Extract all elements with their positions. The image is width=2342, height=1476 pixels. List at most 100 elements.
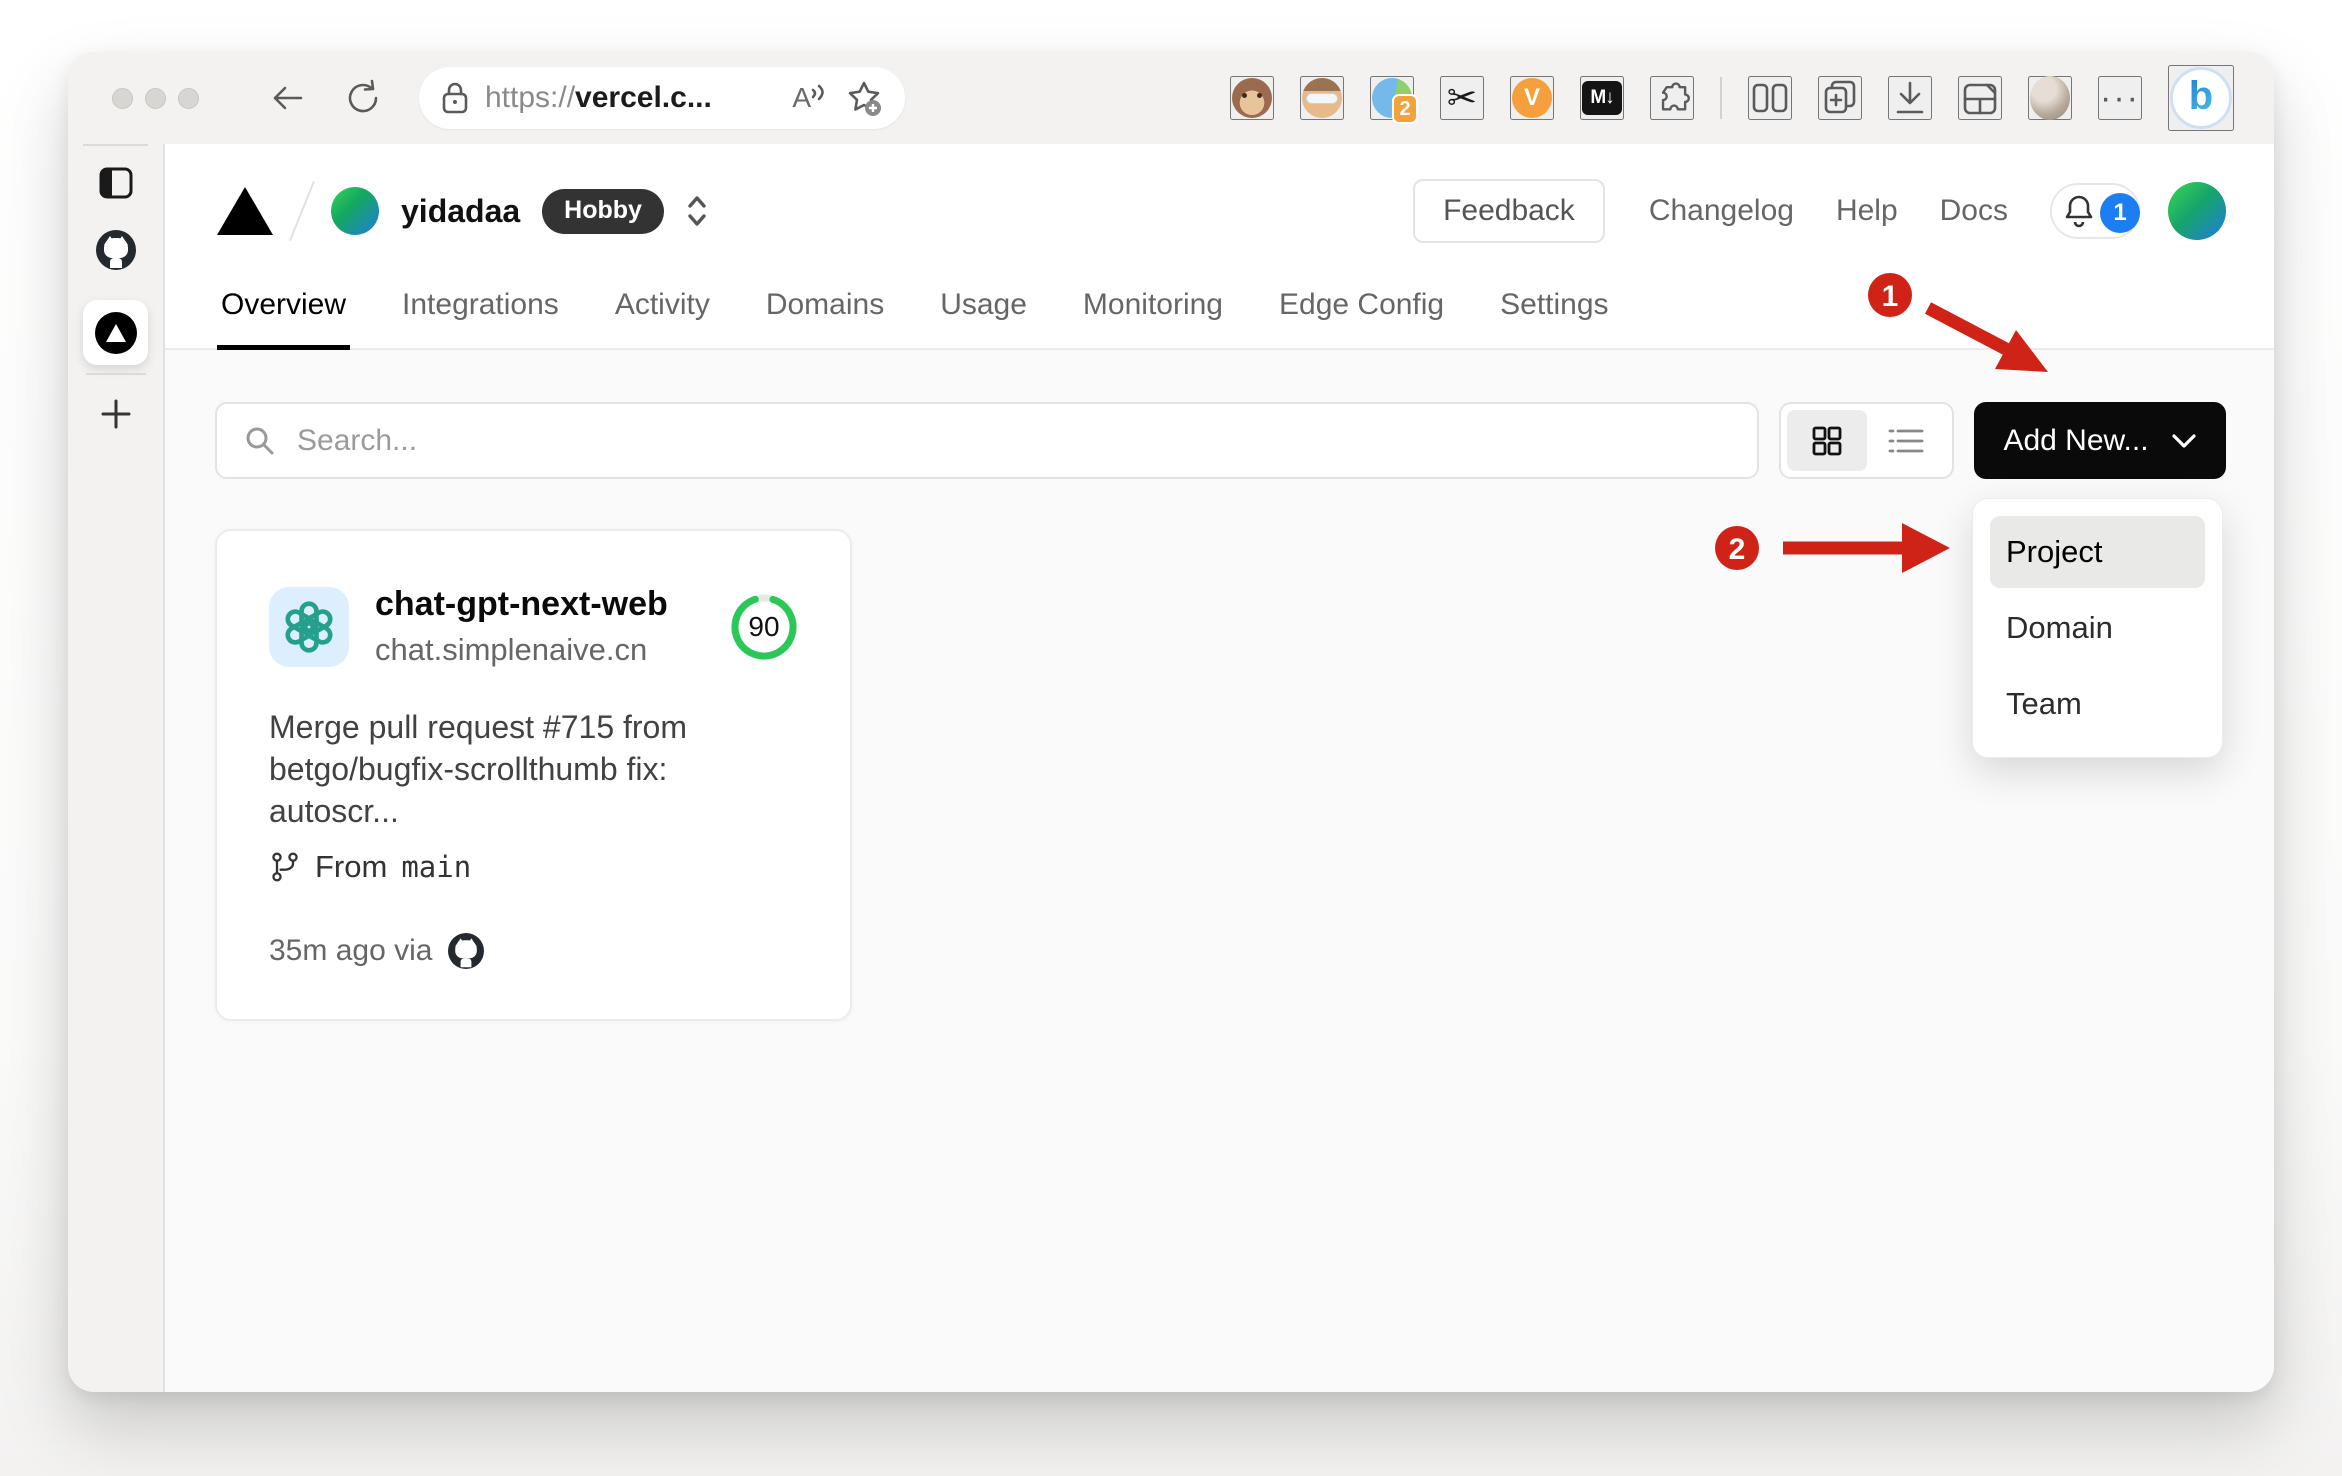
tab-edge-config[interactable]: Edge Config: [1275, 278, 1448, 348]
deployed-time: 35m ago via: [269, 933, 433, 967]
tab-vercel-active[interactable]: [83, 300, 148, 365]
help-link[interactable]: Help: [1836, 194, 1898, 228]
branch-row: From main: [269, 849, 798, 885]
team-switcher-button[interactable]: [682, 190, 712, 232]
vertical-tabs-sidebar: [68, 144, 163, 1392]
project-card-header: chat-gpt-next-web chat.simplenaive.cn 90: [269, 585, 798, 668]
url-text: https://vercel.c...: [485, 81, 792, 115]
toggle-vertical-tabs-button[interactable]: [98, 166, 134, 200]
tab-overview[interactable]: Overview: [217, 278, 351, 350]
from-label: From: [315, 848, 388, 884]
tab-activity[interactable]: Activity: [611, 278, 714, 348]
feedback-button[interactable]: Feedback: [1413, 179, 1605, 243]
project-names: chat-gpt-next-web chat.simplenaive.cn: [375, 585, 730, 668]
split-screen-icon: [1752, 83, 1788, 113]
tab-domains[interactable]: Domains: [762, 278, 888, 348]
tampermonkey-extension-button[interactable]: [1230, 76, 1274, 120]
split-screen-button[interactable]: [1748, 76, 1792, 120]
project-domain[interactable]: chat.simplenaive.cn: [375, 632, 730, 668]
browser-profile-button[interactable]: [2028, 76, 2072, 120]
branch-name[interactable]: main: [401, 850, 471, 884]
minimize-window-button[interactable]: [145, 87, 166, 109]
notification-count-badge: 1: [2100, 193, 2140, 233]
markdown-icon: M↓: [1582, 81, 1622, 115]
markdown-extension-button[interactable]: M↓: [1580, 76, 1624, 120]
dropdown-item-project[interactable]: Project: [1990, 516, 2205, 588]
downloads-button[interactable]: [1888, 76, 1932, 120]
desktop-background: https://vercel.c... A 2 ✂ V M↓ ··· b yid…: [0, 0, 2342, 1476]
lighthouse-score[interactable]: 90: [730, 593, 798, 661]
address-bar[interactable]: https://vercel.c... A: [419, 67, 905, 129]
browser-toolbar: https://vercel.c... A 2 ✂ V M↓ ··· b: [68, 52, 2274, 144]
bing-icon: b: [2170, 67, 2232, 129]
dashboard-tabs: Overview Integrations Activity Domains U…: [217, 278, 2226, 350]
download-icon: [1896, 81, 1924, 114]
monkey-icon: [1232, 78, 1272, 118]
bing-chat-button[interactable]: b: [2168, 65, 2234, 131]
ellipsis-icon: ···: [2100, 78, 2140, 117]
dropdown-item-domain[interactable]: Domain: [1990, 592, 2205, 664]
breadcrumb: yidadaa Hobby Feedback Changelog Help Do…: [217, 144, 2226, 278]
add-favorite-button[interactable]: [845, 79, 883, 117]
tab-settings[interactable]: Settings: [1496, 278, 1612, 348]
list-view-button[interactable]: [1867, 410, 1947, 471]
breadcrumb-slash: [289, 180, 315, 242]
more-options-button[interactable]: ···: [2098, 76, 2142, 120]
add-new-dropdown: Project Domain Team: [1972, 498, 2223, 758]
add-new-button[interactable]: Add New...: [1974, 402, 2226, 479]
read-aloud-button[interactable]: A: [792, 82, 827, 114]
score-value: 90: [748, 610, 780, 642]
project-title[interactable]: chat-gpt-next-web: [375, 585, 730, 624]
lock-icon: [442, 82, 468, 114]
new-tab-button[interactable]: [99, 397, 133, 431]
search-input[interactable]: [297, 423, 1731, 458]
changelog-link[interactable]: Changelog: [1649, 194, 1794, 228]
extension-count-badge: 2: [1392, 94, 1418, 124]
tab-github[interactable]: [95, 230, 136, 270]
view-toggle: [1779, 402, 1954, 479]
grid-view-icon: [1812, 426, 1842, 455]
bell-icon: [2065, 195, 2093, 228]
window-controls: [112, 87, 199, 109]
extensions-menu-button[interactable]: [1650, 76, 1694, 120]
toolbar-divider: [1720, 77, 1722, 119]
dashboard-header: yidadaa Hobby Feedback Changelog Help Do…: [165, 144, 2274, 350]
docs-link[interactable]: Docs: [1940, 194, 2008, 228]
latest-commit-message[interactable]: Merge pull request #715 from betgo/bugfi…: [269, 706, 798, 833]
team-name[interactable]: yidadaa: [401, 193, 520, 230]
dropdown-item-team[interactable]: Team: [1990, 668, 2205, 740]
vercel-favicon: [94, 311, 137, 354]
browser-essentials-button[interactable]: [1958, 76, 2002, 120]
vercel-triangle-icon: [105, 323, 126, 342]
clipper-extension-button[interactable]: ✂: [1440, 76, 1484, 120]
openai-knot-icon: [285, 600, 333, 653]
vercel-logo[interactable]: [217, 187, 273, 235]
profile-extension-button[interactable]: [1300, 76, 1344, 120]
tab-usage[interactable]: Usage: [936, 278, 1031, 348]
add-new-label: Add New...: [2003, 423, 2149, 457]
project-card[interactable]: chat-gpt-next-web chat.simplenaive.cn 90: [215, 529, 852, 1021]
git-branch-icon: [272, 852, 298, 882]
v-extension-button[interactable]: V: [1510, 76, 1554, 120]
puzzle-icon: [1661, 82, 1690, 111]
tab-integrations[interactable]: Integrations: [398, 278, 563, 348]
notifications-button[interactable]: 1: [2050, 183, 2140, 239]
deployment-meta: 35m ago via: [269, 931, 798, 971]
collections-button[interactable]: [1818, 76, 1862, 120]
tab-monitoring[interactable]: Monitoring: [1079, 278, 1227, 348]
back-arrow-icon: [273, 86, 303, 110]
grid-view-button[interactable]: [1787, 410, 1867, 471]
essentials-icon: [1963, 83, 1997, 115]
projects-overview: Add New...: [165, 350, 2274, 1392]
refresh-button[interactable]: [343, 78, 383, 118]
back-button[interactable]: [267, 80, 307, 116]
plus-icon: [101, 399, 130, 429]
user-avatar[interactable]: [2168, 182, 2226, 240]
read-aloud-label: A: [792, 82, 811, 113]
zoom-window-button[interactable]: [178, 87, 199, 109]
chevron-down-icon: [2171, 433, 2196, 448]
close-window-button[interactable]: [112, 87, 133, 109]
tabs-divider: [85, 373, 146, 375]
refresh-icon: [348, 79, 378, 113]
duo-extension-button[interactable]: 2: [1370, 76, 1418, 124]
